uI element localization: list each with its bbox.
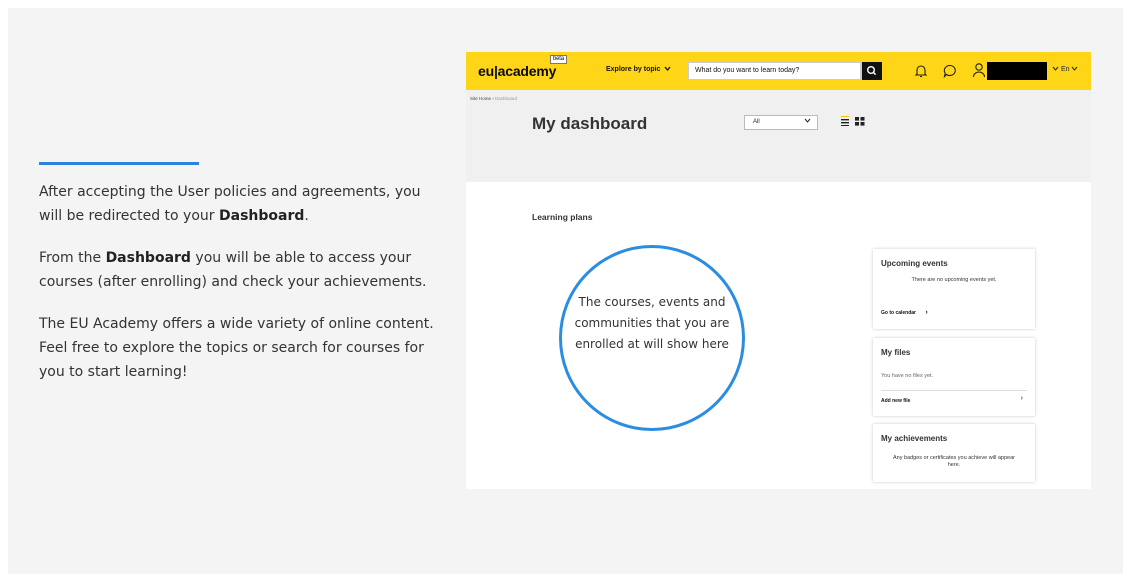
explore-by-topic-menu[interactable]: Explore by topic (606, 66, 671, 73)
dashboard-header: Site Home › Dashboard My dashboard All (466, 90, 1091, 182)
beta-badge: beta (550, 55, 567, 64)
add-new-file-link[interactable]: Add new file (881, 398, 910, 404)
user-icon[interactable] (972, 62, 986, 79)
empty-state-circle: The courses, events and communities that… (559, 245, 745, 431)
chevron-down-icon (664, 66, 671, 72)
chevron-down-icon (1052, 66, 1059, 71)
card-title: My files (881, 348, 911, 357)
instructions-text: After accepting the User policies and ag… (39, 180, 439, 402)
top-navigation-bar: eu|academy beta Explore by topic What do… (466, 52, 1091, 90)
grid-view-icon[interactable] (855, 117, 865, 126)
upcoming-events-card: Upcoming events There are no upcoming ev… (873, 249, 1035, 329)
paragraph-1: After accepting the User policies and ag… (39, 184, 421, 224)
language-selector[interactable]: En (1052, 66, 1078, 73)
search-icon (866, 65, 877, 76)
filter-select[interactable]: All (744, 115, 818, 130)
bell-icon[interactable] (914, 63, 928, 79)
search-button[interactable] (862, 62, 882, 80)
username-redacted[interactable] (987, 62, 1047, 80)
card-body: Any badges or certificates you achieve w… (893, 455, 1015, 468)
chevron-down-icon (804, 118, 811, 123)
my-files-card: My files You have no files yet. Add new … (873, 338, 1035, 416)
breadcrumb: Site Home › Dashboard (470, 96, 518, 101)
card-title: Upcoming events (881, 259, 948, 268)
page-title: My dashboard (532, 114, 648, 133)
card-body: There are no upcoming events yet. (911, 277, 997, 283)
search-input[interactable]: What do you want to learn today? (688, 62, 861, 80)
my-achievements-card: My achievements Any badges or certificat… (873, 424, 1035, 482)
card-title: My achievements (881, 434, 948, 443)
learning-plans-heading: Learning plans (532, 212, 593, 222)
empty-state-text: The courses, events and communities that… (574, 295, 730, 351)
chat-icon[interactable] (942, 63, 958, 79)
breadcrumb-current: Dashboard (495, 96, 518, 101)
paragraph-2: From the Dashboard you will be able to a… (39, 250, 427, 290)
card-body: You have no files yet. (881, 373, 934, 379)
go-to-calendar-link[interactable]: Go to calendar › (881, 309, 928, 316)
chevron-right-icon: › (925, 309, 928, 316)
dashboard-screenshot: eu|academy beta Explore by topic What do… (466, 52, 1091, 489)
paragraph-3: The EU Academy offers a wide variety of … (39, 316, 434, 380)
chevron-down-icon (1072, 66, 1078, 71)
list-view-icon[interactable] (840, 116, 850, 126)
breadcrumb-home[interactable]: Site Home (470, 96, 491, 101)
accent-line (39, 162, 199, 165)
chevron-right-icon[interactable]: › (1021, 395, 1023, 402)
eu-academy-logo[interactable]: eu|academy beta (478, 55, 567, 79)
